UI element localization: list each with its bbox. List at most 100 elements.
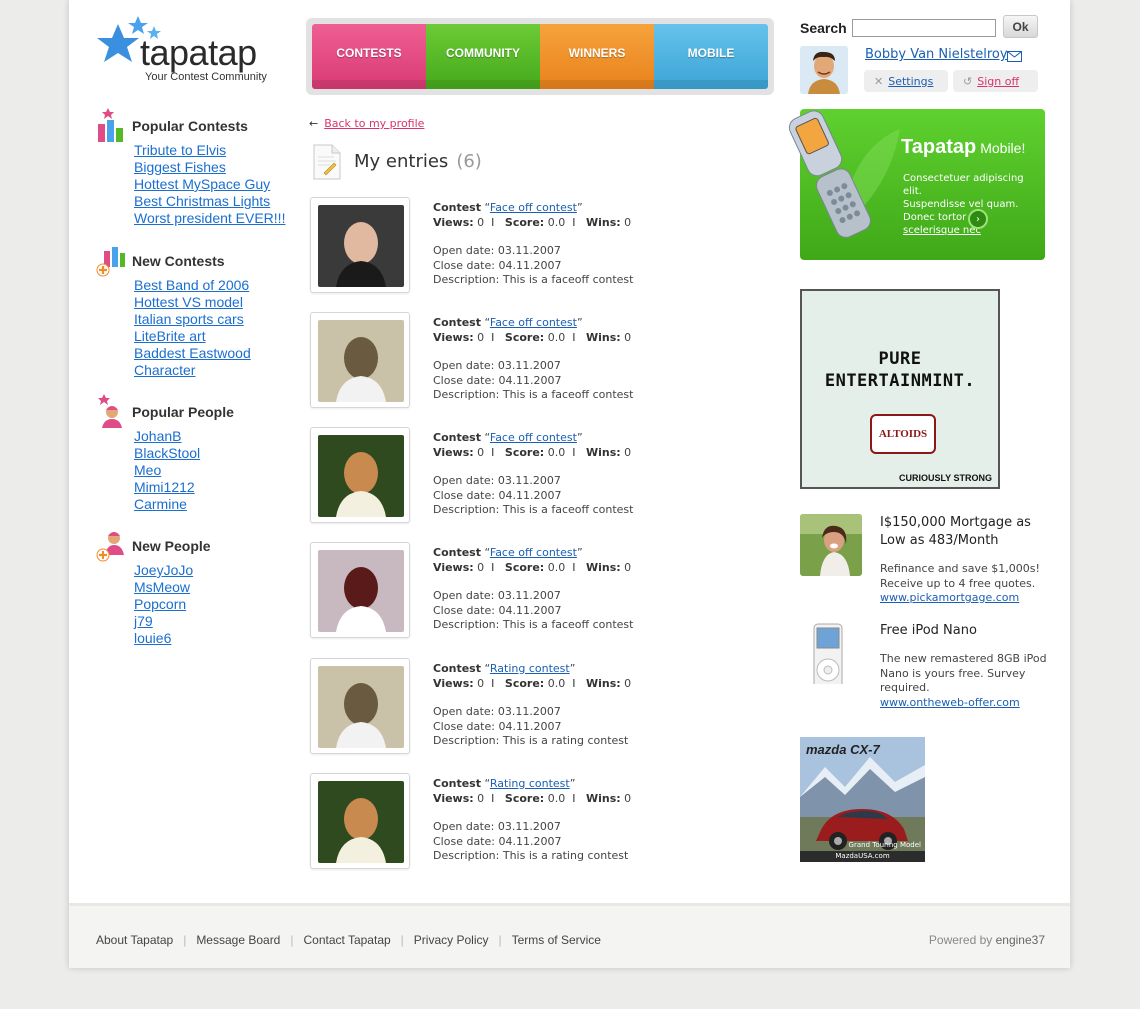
- list-item: JohanB: [134, 428, 200, 445]
- stat-separator: I: [572, 215, 576, 229]
- person-link[interactable]: louie6: [134, 630, 171, 646]
- ipod-ad-link[interactable]: www.ontheweb-offer.com: [880, 696, 1020, 709]
- description-label: Description:: [433, 503, 500, 516]
- entry-details: Contest “Face off contest” Views: 0I Sco…: [433, 201, 633, 288]
- contest-link[interactable]: LiteBrite art: [134, 328, 206, 344]
- mortgage-ad[interactable]: I$150,000 Mortgage as Low as 483/Month R…: [800, 514, 1050, 609]
- person-link[interactable]: JohanB: [134, 428, 181, 444]
- tab-mobile[interactable]: MOBILE: [654, 24, 768, 89]
- entry-row: Contest “Rating contest” Views: 0I Score…: [310, 773, 730, 869]
- entry-wins: 0: [624, 215, 632, 229]
- entry-thumbnail[interactable]: [310, 542, 410, 638]
- person-link[interactable]: j79: [134, 613, 153, 629]
- main-nav: CONTESTS COMMUNITY WINNERS MOBILE: [306, 18, 774, 95]
- mobile-promo-link[interactable]: scelerisque nec: [903, 225, 981, 236]
- signoff-label: Sign off: [977, 74, 1020, 88]
- person-link[interactable]: Popcorn: [134, 596, 186, 612]
- description-label: Description:: [433, 734, 500, 747]
- contest-link[interactable]: Baddest Eastwood: [134, 345, 251, 361]
- list-item: JoeyJoJo: [134, 562, 193, 579]
- powered-by-brand[interactable]: engine37: [996, 933, 1045, 947]
- tab-contests[interactable]: CONTESTS: [312, 24, 426, 89]
- person-link[interactable]: MsMeow: [134, 579, 190, 595]
- entry-row: Contest “Face off contest” Views: 0I Sco…: [310, 427, 730, 523]
- new-contests-title: New Contests: [132, 253, 225, 269]
- entry-contest-link[interactable]: Rating contest: [490, 777, 570, 790]
- contest-label: Contest: [433, 431, 481, 444]
- settings-label: Settings: [888, 74, 934, 88]
- contest-link[interactable]: Character: [134, 362, 195, 378]
- mortgage-ad-link[interactable]: www.pickamortgage.com: [880, 591, 1019, 604]
- contest-link[interactable]: Worst president EVER!!!: [134, 210, 285, 226]
- mail-icon[interactable]: [1007, 51, 1022, 62]
- wins-label: Wins:: [585, 676, 621, 690]
- tab-winners[interactable]: WINNERS: [540, 24, 654, 89]
- footer-link-privacy[interactable]: Privacy Policy: [414, 933, 489, 947]
- close-date-label: Close date:: [433, 719, 495, 733]
- contest-link[interactable]: Best Band of 2006: [134, 277, 249, 293]
- back-link-row: ← Back to my profile: [309, 117, 424, 130]
- footer-links: About Tapatap | Message Board | Contact …: [96, 933, 601, 947]
- person-link[interactable]: Carmine: [134, 496, 187, 512]
- mobile-promo[interactable]: Tapatap Mobile! Consectetuer adipiscing e…: [783, 106, 1045, 260]
- list-item: Tribute to Elvis: [134, 142, 285, 159]
- contest-link[interactable]: Tribute to Elvis: [134, 142, 226, 158]
- person-link[interactable]: JoeyJoJo: [134, 562, 193, 578]
- footer-link-contact[interactable]: Contact Tapatap: [303, 933, 390, 947]
- stat-separator: I: [491, 560, 495, 574]
- signoff-button[interactable]: ↺ Sign off: [953, 70, 1038, 92]
- description-label: Description:: [433, 849, 500, 862]
- views-label: Views:: [433, 560, 474, 574]
- score-label: Score:: [504, 330, 545, 344]
- settings-button[interactable]: ✕ Settings: [864, 70, 948, 92]
- entry-contest-link[interactable]: Face off contest: [490, 546, 577, 559]
- entry-contest-link[interactable]: Face off contest: [490, 431, 577, 444]
- entry-open-date: 03.11.2007: [497, 705, 561, 718]
- logo[interactable]: tapatap Your Contest Community: [96, 14, 276, 89]
- contest-link[interactable]: Hottest MySpace Guy: [134, 176, 270, 192]
- list-item: Hottest VS model: [134, 294, 251, 311]
- user-avatar[interactable]: [800, 46, 848, 94]
- person-link[interactable]: Meo: [134, 462, 161, 478]
- entry-thumbnail[interactable]: [310, 658, 410, 754]
- entry-open-date: 03.11.2007: [497, 589, 561, 602]
- stat-separator: I: [491, 330, 495, 344]
- contest-link[interactable]: Italian sports cars: [134, 311, 244, 327]
- tab-community[interactable]: COMMUNITY: [426, 24, 540, 89]
- altoids-ad[interactable]: PURE ENTERTAINMINT. ALTOIDS CURIOUSLY ST…: [800, 289, 1000, 489]
- person-link[interactable]: BlackStool: [134, 445, 200, 461]
- logo-tagline: Your Contest Community: [145, 71, 267, 83]
- footer-link-terms[interactable]: Terms of Service: [512, 933, 601, 947]
- entry-thumbnail[interactable]: [310, 773, 410, 869]
- ipod-ad[interactable]: Free iPod Nano The new remastered 8GB iP…: [800, 622, 1050, 717]
- contest-link[interactable]: Best Christmas Lights: [134, 193, 270, 209]
- entry-views: 0: [477, 560, 485, 574]
- entry-contest-link[interactable]: Face off contest: [490, 316, 577, 329]
- powered-by-prefix: Powered by: [928, 933, 993, 947]
- entry-thumbnail[interactable]: [310, 427, 410, 523]
- footer-link-about[interactable]: About Tapatap: [96, 933, 173, 947]
- user-name-link[interactable]: Bobby Van Nielstelroy: [865, 47, 1008, 62]
- search-input[interactable]: [852, 19, 996, 37]
- mobile-promo-brand: Tapatap: [901, 136, 977, 158]
- entry-close-date: 04.11.2007: [498, 258, 562, 272]
- mortgage-ad-text: Refinance and save $1,000s! Receive up t…: [880, 562, 1040, 590]
- search-button[interactable]: Ok: [1003, 15, 1038, 38]
- contest-link[interactable]: Biggest Fishes: [134, 159, 226, 175]
- mobile-promo-go-button[interactable]: ›: [968, 209, 988, 229]
- contest-link[interactable]: Hottest VS model: [134, 294, 243, 310]
- list-item: MsMeow: [134, 579, 193, 596]
- mazda-ad[interactable]: mazda CX-7 Grand Touring Model MazdaUSA.…: [800, 737, 925, 862]
- entry-thumbnail[interactable]: [310, 197, 410, 293]
- back-to-profile-link[interactable]: Back to my profile: [324, 117, 424, 130]
- entry-contest-link[interactable]: Face off contest: [490, 201, 577, 214]
- ipod-ad-text: The new remastered 8GB iPod Nano is your…: [880, 652, 1047, 694]
- footer-separator: |: [290, 933, 294, 947]
- entry-thumbnail[interactable]: [310, 312, 410, 408]
- stat-separator: I: [491, 215, 495, 229]
- footer-link-message-board[interactable]: Message Board: [196, 933, 280, 947]
- entry-contest-link[interactable]: Rating contest: [490, 662, 570, 675]
- document-icon: [313, 144, 341, 180]
- popular-people-section: Popular People JohanB BlackStool Meo Mim…: [96, 394, 296, 514]
- person-link[interactable]: Mimi1212: [134, 479, 195, 495]
